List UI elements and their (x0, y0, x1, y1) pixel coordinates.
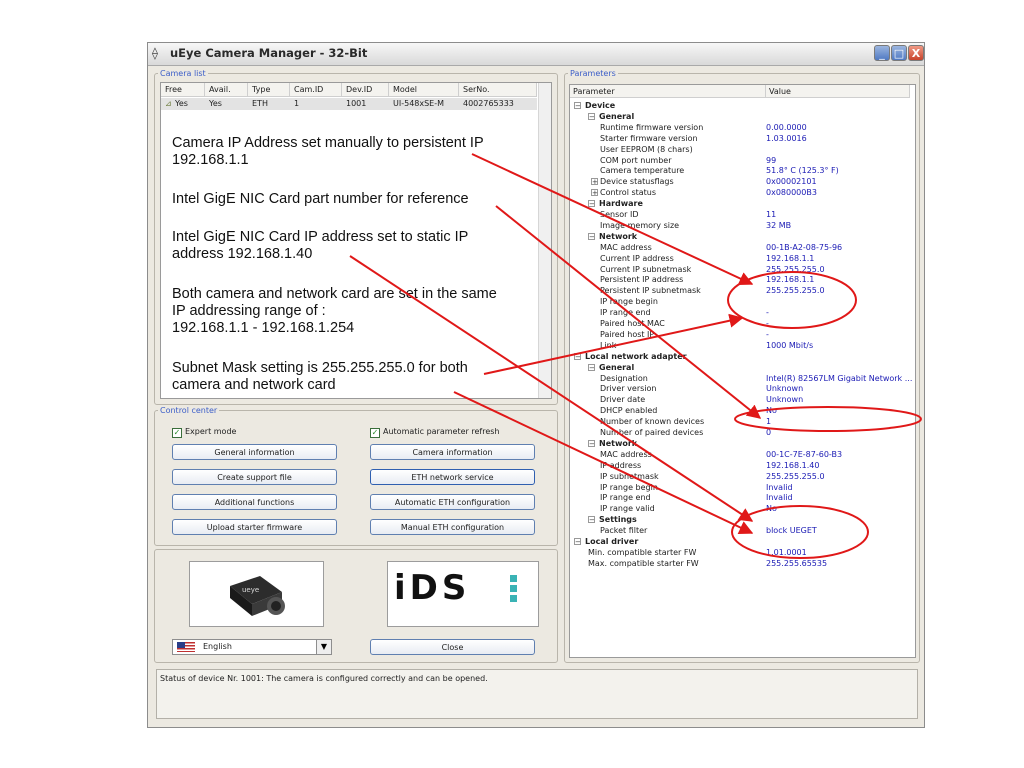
arrow-subnet-nic (453, 391, 754, 534)
arrow-nic-part (495, 205, 762, 419)
ellipse-camera-ip (727, 271, 857, 329)
arrow-camera-ip (471, 153, 754, 286)
annotation-overlay (349, 153, 922, 559)
ellipse-nic-designation (734, 406, 922, 432)
ellipse-nic-ip (731, 505, 869, 559)
arrow-nic-ip (349, 255, 754, 522)
arrow-subnet-camera (483, 313, 744, 375)
